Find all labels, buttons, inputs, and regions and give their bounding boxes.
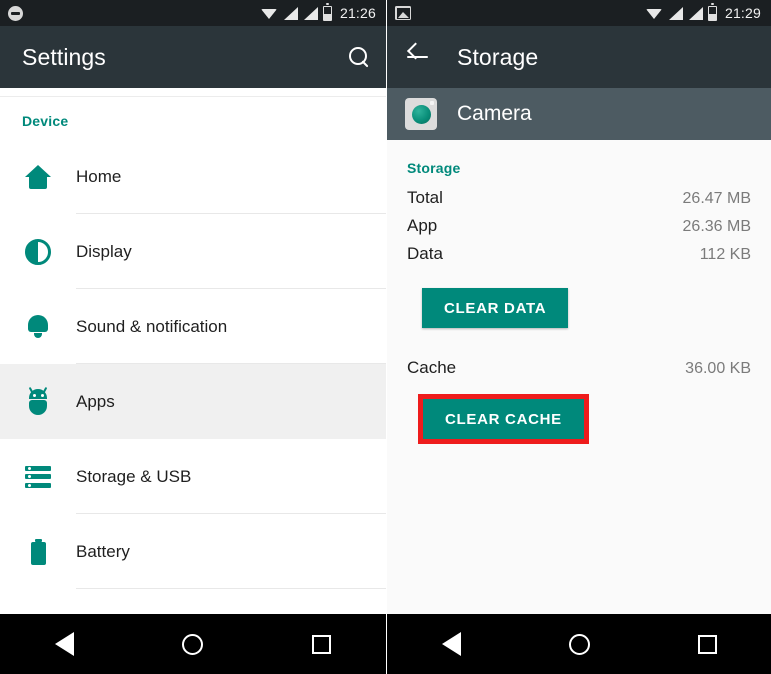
sidebar-item-label: Apps	[76, 391, 115, 411]
recents-nav-icon[interactable]	[292, 614, 352, 674]
right-navigation-bar	[387, 614, 771, 674]
signal-icon	[668, 6, 683, 20]
row-value: 26.36 MB	[682, 218, 751, 235]
row-value: 112 KB	[699, 246, 751, 263]
battery-icon	[322, 3, 332, 21]
list-divider	[76, 588, 386, 589]
back-nav-icon[interactable]	[34, 614, 94, 674]
page-title: Settings	[22, 43, 106, 70]
settings-toolbar: Settings	[0, 26, 386, 88]
sidebar-item-label: Battery	[76, 541, 130, 561]
right-status-bar: 21:29	[387, 0, 771, 26]
sidebar-item-battery[interactable]: Battery	[0, 514, 386, 589]
app-name-label: Camera	[457, 102, 532, 125]
clear-cache-highlight-box: CLEAR CACHE	[418, 394, 589, 444]
home-icon	[0, 164, 76, 189]
row-key: Total	[407, 188, 443, 207]
cache-key: Cache	[407, 358, 457, 377]
right-phone-screen: 21:29 Storage Camera Storage Total 26.47…	[386, 0, 771, 674]
wifi-icon	[260, 7, 278, 20]
status-system-icons: 21:26	[260, 3, 376, 21]
battery-icon	[0, 538, 76, 565]
sidebar-item-storage-usb[interactable]: Storage & USB	[0, 439, 386, 514]
storage-toolbar: Storage	[387, 26, 771, 88]
row-key: Data	[407, 244, 443, 263]
signal-icon	[303, 6, 318, 20]
sidebar-item-label: Storage & USB	[76, 466, 192, 486]
sidebar-item-sound-notification[interactable]: Sound & notification	[0, 289, 386, 364]
storage-row-total: Total 26.47 MB	[407, 188, 751, 216]
left-phone-screen: 21:26 Settings Device Home Display Sound…	[0, 0, 386, 674]
status-clock: 21:26	[339, 5, 376, 21]
signal-icon	[283, 6, 298, 20]
storage-detail-body: Storage Total 26.47 MB App 26.36 MB Data…	[387, 140, 771, 614]
list-top-divider	[0, 88, 386, 97]
bell-icon	[0, 314, 76, 339]
settings-list-body: Device Home Display Sound & notification	[0, 88, 386, 614]
back-arrow-icon[interactable]	[405, 44, 431, 70]
sidebar-item-apps[interactable]: Apps	[0, 364, 386, 439]
clear-cache-button[interactable]: CLEAR CACHE	[423, 399, 584, 439]
camera-lens-icon	[411, 104, 431, 124]
storage-row-data: Data 112 KB	[407, 244, 751, 272]
storage-section-header: Storage	[407, 160, 461, 176]
sidebar-item-label: Sound & notification	[76, 316, 228, 336]
row-key: App	[407, 216, 438, 235]
sidebar-item-label: Home	[76, 166, 122, 186]
cache-value: 36.00 KB	[685, 360, 751, 377]
recents-nav-icon[interactable]	[677, 614, 737, 674]
row-value: 26.47 MB	[682, 190, 751, 207]
brightness-icon	[0, 238, 76, 265]
section-header-device: Device	[22, 113, 69, 129]
status-notification-icons	[8, 5, 23, 21]
back-nav-icon[interactable]	[421, 614, 481, 674]
dnd-icon	[8, 5, 23, 21]
search-icon[interactable]	[346, 44, 372, 70]
camera-app-icon	[405, 98, 437, 130]
app-header: Camera	[387, 88, 771, 140]
home-nav-icon[interactable]	[163, 614, 223, 674]
status-system-icons: 21:29	[645, 3, 761, 21]
status-clock: 21:29	[724, 5, 761, 21]
android-icon	[0, 386, 76, 415]
dual-phone-screenshot: 21:26 Settings Device Home Display Sound…	[0, 0, 771, 674]
sidebar-item-label: Display	[76, 241, 132, 261]
photo-icon	[395, 6, 411, 20]
storage-row-app: App 26.36 MB	[407, 216, 751, 244]
sidebar-item-home[interactable]: Home	[0, 139, 386, 214]
page-title: Storage	[457, 43, 539, 70]
wifi-icon	[645, 7, 663, 20]
home-nav-icon[interactable]	[549, 614, 609, 674]
left-status-bar: 21:26	[0, 0, 386, 26]
signal-icon	[688, 6, 703, 20]
cache-row: Cache 36.00 KB	[407, 358, 751, 378]
battery-icon	[707, 3, 717, 21]
status-notification-icons	[395, 6, 411, 20]
left-navigation-bar	[0, 614, 386, 674]
clear-data-button[interactable]: CLEAR DATA	[422, 288, 569, 328]
sidebar-item-display[interactable]: Display	[0, 214, 386, 289]
storage-icon	[0, 465, 76, 488]
